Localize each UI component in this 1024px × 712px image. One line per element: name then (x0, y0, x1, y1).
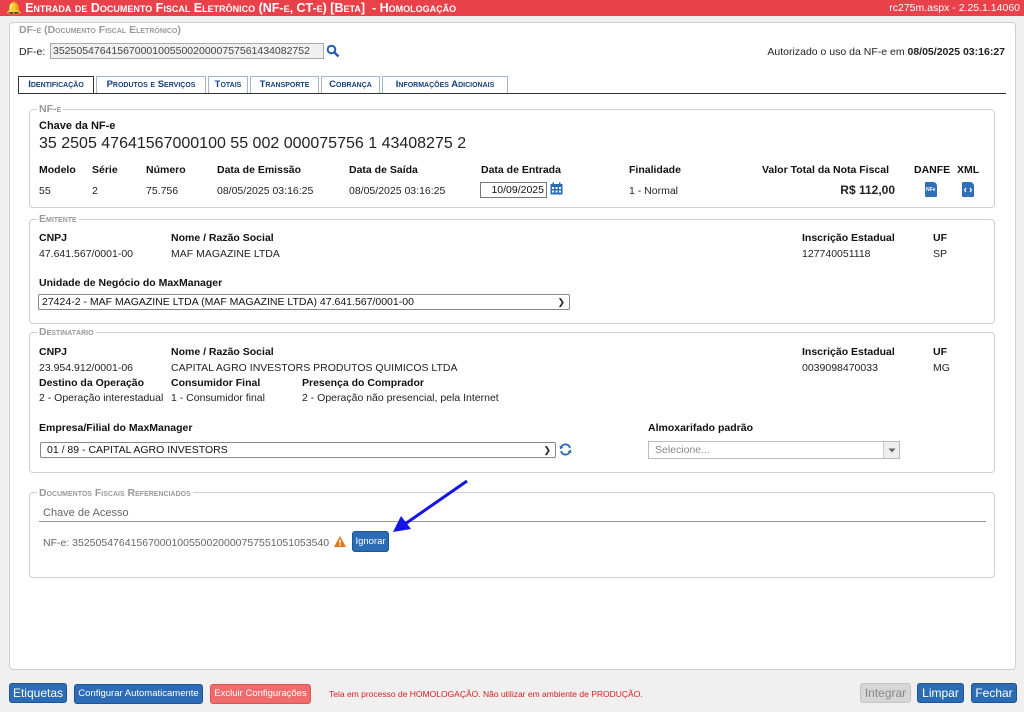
annotation-arrow (393, 479, 468, 532)
chevron-down-icon: ❯ (543, 445, 551, 455)
integrar-button[interactable]: Integrar (860, 683, 911, 703)
chave-value: 35 2505 47641567000100 55 002 000075756 … (39, 135, 467, 152)
unidade-label: Unidade de Negócio do MaxManager (39, 277, 223, 289)
destinatario-section-title: Destinatário (37, 326, 96, 338)
destino-value: 2 - Operação interestadual (39, 392, 164, 404)
version-label: rc275m.aspx - 2.25.1.14060 (889, 2, 1020, 14)
emitente-cnpj-label: CNPJ (39, 232, 68, 244)
consumidor-value: 1 - Consumidor final (171, 392, 265, 404)
emitente-ie-value: 127740051118 (802, 248, 871, 260)
danfe-pdf-icon[interactable]: NFe (925, 182, 937, 197)
serie-value: 2 (92, 185, 98, 197)
presenca-label: Presença do Comprador (302, 377, 424, 389)
configurar-automaticamente-button[interactable]: Configurar Automaticamente (74, 684, 203, 704)
empresa-label: Empresa/Filial do MaxManager (39, 422, 193, 434)
warning-icon (334, 536, 346, 547)
emitente-ie-label: Inscrição Estadual (802, 232, 895, 244)
valor-value: R$ 112,00 (840, 183, 895, 197)
dfe-section-title: DF-e (Documento Fiscal Eletrônico) (19, 24, 181, 36)
numero-label: Número (146, 164, 186, 176)
etiquetas-button[interactable]: Etiquetas (9, 683, 67, 703)
referenciados-fieldset (29, 492, 995, 578)
emissao-value: 08/05/2025 03:16:25 (217, 185, 314, 197)
emissao-label: Data de Emissão (217, 164, 302, 176)
chevron-down-icon: ❯ (557, 297, 565, 307)
chave-label: Chave da NF-e (39, 120, 116, 132)
ignore-button[interactable]: Ignorar (352, 531, 389, 552)
excluir-configuracoes-button[interactable]: Excluir Configurações (210, 684, 311, 704)
valor-label: Valor Total da Nota Fiscal (762, 164, 890, 176)
saida-value: 08/05/2025 03:16:25 (349, 185, 446, 197)
limpar-button[interactable]: Limpar (917, 683, 964, 703)
emitente-section-title: Emitente (37, 213, 79, 225)
emitente-nome-value: MAF MAGAZINE LTDA (171, 248, 280, 260)
fechar-button[interactable]: Fechar (971, 683, 1017, 703)
serie-label: Série (92, 164, 118, 176)
bell-icon: 🔔 (6, 1, 22, 15)
dest-nome-value: CAPITAL AGRO INVESTORS PRODUTOS QUIMICOS… (171, 362, 458, 374)
tab-divider (18, 93, 1006, 94)
unidade-select[interactable]: 27424-2 - MAF MAGAZINE LTDA (MAF MAGAZIN… (38, 294, 570, 310)
tab-totais[interactable]: Totais (208, 76, 248, 93)
emitente-uf-value: SP (933, 248, 948, 260)
almox-label: Almoxarifado padrão (648, 422, 754, 434)
dest-uf-label: UF (933, 346, 947, 358)
dest-ie-value: 0039098470033 (802, 362, 878, 374)
chevron-down-icon (883, 442, 899, 458)
almox-select[interactable]: Selecione... (648, 441, 900, 459)
header-divider (39, 521, 986, 522)
finalidade-value: 1 - Normal (629, 185, 679, 197)
dfe-input[interactable]: 3525054764156700010055002000075756143408… (50, 43, 324, 59)
entrada-date-input[interactable]: 10/09/2025 (480, 182, 547, 198)
nfe-section-title: NF-e (37, 103, 64, 115)
dest-cnpj-value: 23.954.912/0001-06 (39, 362, 134, 374)
dfe-label: DF-e: (19, 46, 46, 58)
tab-produtos-servicos[interactable]: Produtos e Serviços (96, 76, 206, 93)
authorization-status: Autorizado o uso da NF-e em 08/05/2025 0… (767, 46, 1005, 58)
search-icon[interactable] (326, 44, 340, 58)
empresa-select[interactable]: 01 / 89 - CAPITAL AGRO INVESTORS ❯ (40, 442, 556, 458)
dest-ie-label: Inscrição Estadual (802, 346, 895, 358)
destino-label: Destino da Operação (39, 377, 145, 389)
title-bar: 🔔 Entrada de Documento Fiscal Eletrônico… (0, 0, 1024, 16)
chave-acesso-header: Chave de Acesso (43, 507, 129, 519)
tab-transporte[interactable]: Transporte (250, 76, 319, 93)
calendar-icon[interactable] (550, 182, 563, 195)
emitente-uf-label: UF (933, 232, 947, 244)
tab-identificacao[interactable]: Identificação (18, 76, 94, 94)
finalidade-label: Finalidade (629, 164, 681, 176)
dest-cnpj-label: CNPJ (39, 346, 68, 358)
tab-cobranca[interactable]: Cobrança (321, 76, 380, 93)
emitente-nome-label: Nome / Razão Social (171, 232, 274, 244)
refresh-icon[interactable] (559, 443, 572, 456)
referenciados-section-title: Documentos Fiscais Referenciados (37, 487, 193, 499)
homologacao-warning: Tela em processo de HOMOLOGAÇÃO. Não uti… (329, 689, 643, 699)
xml-file-icon[interactable] (962, 182, 974, 197)
entrada-label: Data de Entrada (481, 164, 561, 176)
referenced-nfe-key: NF-e: 3525054764156700010055002000075755… (43, 537, 330, 549)
window-title: 🔔 Entrada de Documento Fiscal Eletrônico… (6, 1, 457, 15)
modelo-label: Modelo (39, 164, 76, 176)
modelo-value: 55 (39, 185, 51, 197)
tab-informacoes-adicionais[interactable]: Informações Adicionais (382, 76, 508, 93)
emitente-cnpj-value: 47.641.567/0001-00 (39, 248, 134, 260)
xml-label: XML (957, 164, 980, 176)
dest-uf-value: MG (933, 362, 950, 374)
saida-label: Data de Saída (349, 164, 418, 176)
numero-value: 75.756 (146, 185, 179, 197)
presenca-value: 2 - Operação não presencial, pela Intern… (302, 392, 499, 404)
consumidor-label: Consumidor Final (171, 377, 261, 389)
dest-nome-label: Nome / Razão Social (171, 346, 274, 358)
danfe-label: DANFE (914, 164, 951, 176)
